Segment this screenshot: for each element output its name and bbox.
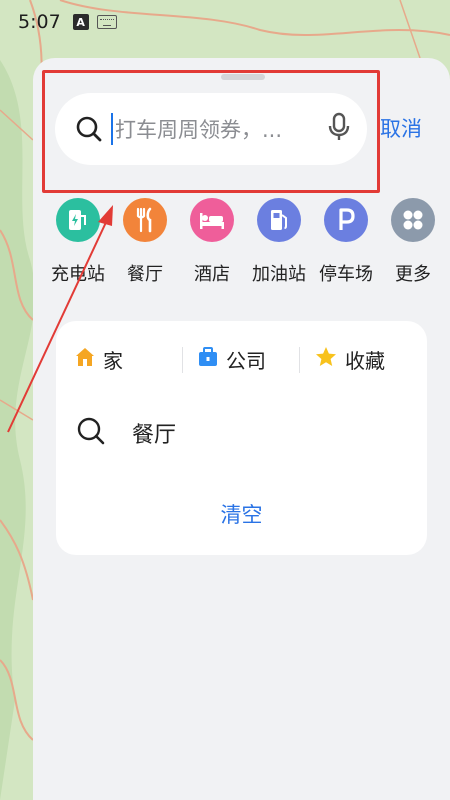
divider — [182, 347, 183, 373]
category-charging-station[interactable]: 充电站 — [45, 198, 111, 286]
gas-pump-icon — [257, 198, 301, 242]
category-label: 加油站 — [252, 264, 306, 285]
status-time: 5:07 — [18, 11, 61, 33]
category-label: 停车场 — [319, 264, 373, 285]
fork-knife-icon — [123, 198, 167, 242]
shortcut-label: 收藏 — [345, 348, 385, 373]
category-more[interactable]: 更多 — [380, 198, 446, 286]
category-label: 充电站 — [51, 264, 105, 285]
keyboard-icon — [96, 15, 117, 29]
divider — [299, 347, 300, 373]
briefcase-icon — [197, 346, 219, 372]
clear-history-button[interactable]: 清空 — [56, 499, 427, 529]
home-icon — [74, 346, 96, 372]
shortcut-favorites[interactable]: 收藏 — [314, 345, 385, 373]
category-restaurant[interactable]: 餐厅 — [112, 198, 178, 286]
parking-icon — [324, 198, 368, 242]
search-icon — [76, 416, 106, 450]
category-label: 更多 — [395, 264, 431, 285]
annotation-highlight-box — [42, 70, 380, 193]
category-label: 酒店 — [194, 264, 230, 285]
charging-station-icon — [56, 198, 100, 242]
category-bar: 充电站 餐厅 酒店 加油站 停车场 更多 — [45, 198, 445, 298]
star-icon — [314, 345, 338, 373]
category-hotel[interactable]: 酒店 — [179, 198, 245, 286]
input-method-indicator: A — [72, 14, 89, 30]
shortcut-label: 公司 — [226, 348, 266, 373]
category-parking[interactable]: 停车场 — [313, 198, 379, 286]
category-label: 餐厅 — [127, 264, 163, 285]
category-gas-station[interactable]: 加油站 — [246, 198, 312, 286]
status-bar: 5:07 A — [0, 0, 450, 44]
shortcut-company[interactable]: 公司 — [197, 345, 266, 373]
history-item[interactable]: 餐厅 — [76, 416, 176, 450]
bed-icon — [190, 198, 234, 242]
shortcut-label: 家 — [103, 348, 123, 373]
cancel-button[interactable]: 取消 — [380, 113, 422, 143]
shortcuts-history-card: 家 公司 收藏 餐厅 清空 — [56, 321, 427, 555]
grid-more-icon — [391, 198, 435, 242]
history-text: 餐厅 — [132, 423, 177, 448]
shortcut-home[interactable]: 家 — [74, 345, 123, 373]
